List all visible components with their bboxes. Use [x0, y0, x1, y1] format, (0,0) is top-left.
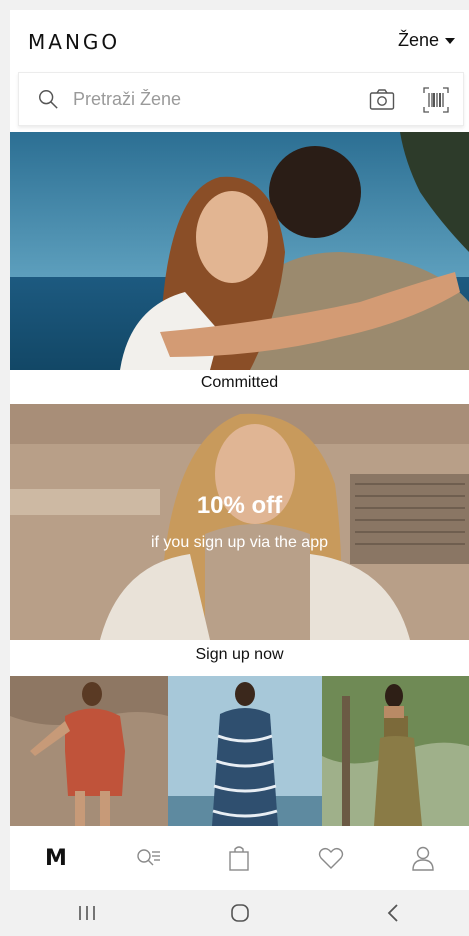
system-navigation-bar: [10, 890, 469, 936]
search-bar[interactable]: [18, 72, 464, 126]
user-icon: [412, 846, 434, 871]
section-label: Žene: [397, 30, 439, 50]
banner-committed[interactable]: [10, 132, 469, 370]
shopping-bag-icon: [229, 846, 250, 871]
promo-subtitle: if you sign up via the app: [150, 534, 328, 551]
back-icon: [387, 904, 398, 922]
nav-search[interactable]: [128, 838, 168, 878]
search-list-icon: [136, 849, 160, 866]
nav-home[interactable]: M: [36, 838, 76, 878]
thumbnail-forest-photo: [322, 676, 469, 826]
search-input[interactable]: [73, 88, 343, 110]
banner-promo[interactable]: 10% off if you sign up via the app: [10, 404, 469, 640]
home-icon: [230, 904, 249, 922]
recents-icon: [78, 906, 95, 920]
nav-bag[interactable]: [219, 838, 259, 878]
banner-promo-caption[interactable]: Sign up now: [10, 646, 469, 664]
home-button[interactable]: [220, 898, 260, 928]
caret-down-icon: [445, 37, 455, 44]
app-screen: MANGO Žene Pretraži Žene Committed 10% o…: [10, 10, 469, 890]
back-button[interactable]: [373, 898, 413, 928]
product-thumbnails: [10, 676, 469, 826]
nav-wishlist[interactable]: [311, 838, 351, 878]
thumbnail-beach-photo: [168, 676, 322, 826]
bottom-navigation: M: [10, 826, 469, 890]
banner-committed-caption[interactable]: Committed: [10, 374, 469, 392]
thumbnail-beach[interactable]: [168, 676, 322, 826]
barcode-icon[interactable]: [423, 87, 449, 113]
heart-icon: [319, 847, 344, 869]
recents-button[interactable]: [67, 898, 107, 928]
promo-title: 10% off: [196, 492, 283, 519]
search-icon: [39, 90, 58, 109]
thumbnail-forest[interactable]: [322, 676, 469, 826]
mango-logo[interactable]: MANGO: [28, 30, 120, 54]
banner-promo-photo: [10, 404, 469, 640]
nav-home-label: M: [44, 845, 67, 871]
banner-committed-photo: [10, 132, 469, 370]
camera-icon[interactable]: [369, 88, 395, 112]
section-selector[interactable]: Žene: [398, 30, 455, 51]
thumbnail-rocks-photo: [10, 676, 168, 826]
thumbnail-rocks[interactable]: [10, 676, 168, 826]
header: MANGO Žene: [10, 10, 469, 72]
nav-account[interactable]: [403, 838, 443, 878]
